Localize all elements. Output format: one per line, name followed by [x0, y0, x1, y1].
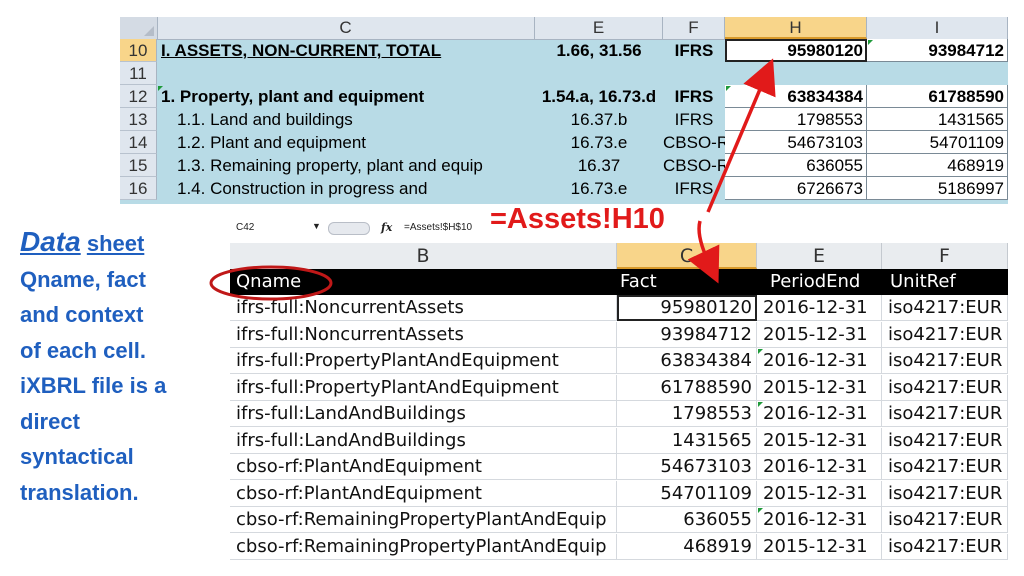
arrow-to-assets-h10: [706, 58, 776, 213]
arrow-to-fact-cell: [687, 220, 720, 284]
annotation-overlay: [209, 58, 776, 301]
qname-highlight-ellipse: [209, 265, 333, 301]
